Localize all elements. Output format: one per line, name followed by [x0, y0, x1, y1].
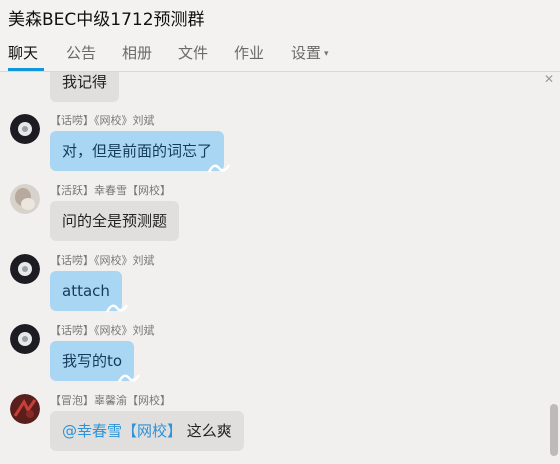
tab-album[interactable]: 相册: [122, 42, 152, 63]
message-text: 问的全是预测题: [62, 212, 168, 230]
tab-settings-label: 设置: [291, 44, 322, 62]
group-title: 美森BEC中级1712预测群: [8, 10, 205, 30]
avatar[interactable]: [10, 114, 40, 144]
chat-area[interactable]: 我记得 【话唠】《网校》刘斌 对，但是前面的词忘了 【活跃】幸春雪【网校】 问的…: [0, 72, 560, 464]
sender-meta: 【话唠】《网校》刘斌: [50, 254, 155, 267]
tab-bar: 聊天 公告 相册 文件 作业 设置 ▾: [0, 40, 560, 72]
group-header: 美森BEC中级1712预测群 聊天 公告 相册 文件 作业 设置 ▾: [0, 0, 560, 72]
sender-meta: 【话唠】《网校》刘斌: [50, 324, 155, 337]
sender-meta: 【冒泡】辜馨渝【网校】: [50, 394, 171, 407]
message-bubble[interactable]: 对，但是前面的词忘了: [50, 131, 231, 173]
avatar[interactable]: [10, 184, 40, 214]
message-text: 对，但是前面的词忘了: [62, 142, 213, 160]
chat-scrollbar[interactable]: [550, 404, 558, 456]
message-text: 我记得: [62, 73, 108, 91]
sender-meta: 【话唠】《网校》刘斌: [50, 114, 155, 127]
tab-settings[interactable]: 设置 ▾: [291, 42, 329, 63]
message-bubble[interactable]: attach: [50, 271, 128, 313]
tab-homework[interactable]: 作业: [234, 42, 264, 63]
message-text: 这么爽: [182, 422, 232, 440]
tab-announcement[interactable]: 公告: [66, 42, 96, 63]
avatar[interactable]: [10, 324, 40, 354]
tab-files[interactable]: 文件: [178, 42, 208, 63]
chevron-down-icon: ▾: [324, 49, 329, 59]
sender-meta: 【活跃】幸春雪【网校】: [50, 184, 171, 197]
message-bubble[interactable]: 我记得: [50, 72, 120, 102]
avatar[interactable]: [10, 254, 40, 284]
avatar[interactable]: [10, 394, 40, 424]
message-bubble[interactable]: @幸春雪【网校】 这么爽: [50, 411, 244, 451]
message-text: 我写的to: [62, 352, 123, 370]
mention-link[interactable]: @幸春雪【网校】: [62, 422, 182, 440]
wave-decoration-icon: [118, 374, 141, 383]
message-bubble[interactable]: 问的全是预测题: [50, 201, 180, 241]
wave-decoration-icon: [208, 164, 231, 173]
message-bubble[interactable]: 我写的to: [50, 341, 141, 383]
wave-decoration-icon: [105, 304, 128, 313]
tab-chat[interactable]: 聊天: [8, 42, 38, 63]
message-text: attach: [62, 282, 110, 300]
